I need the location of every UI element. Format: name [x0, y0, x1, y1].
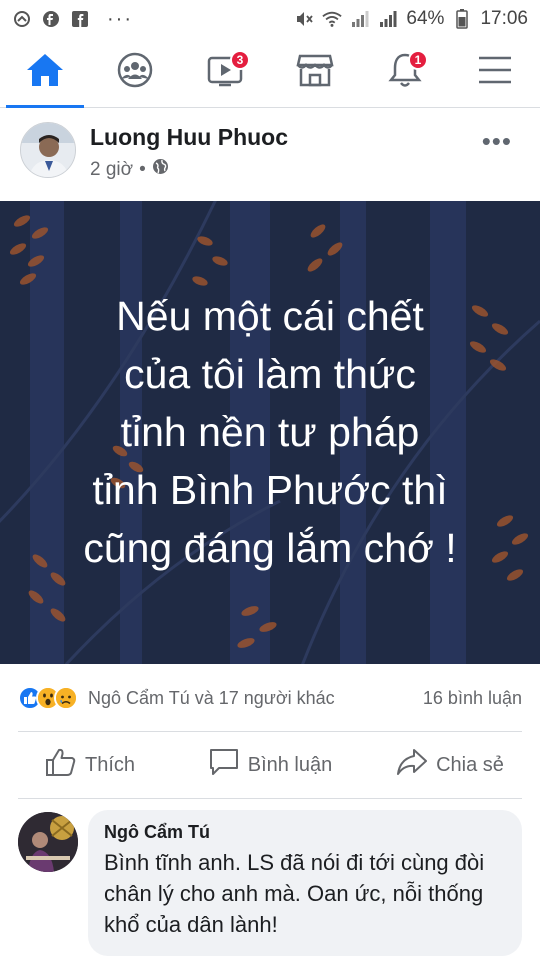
nav-home[interactable] [0, 38, 90, 108]
quote-line: tỉnh nền tư pháp [120, 409, 420, 455]
signal-icon-2 [378, 9, 398, 29]
nav-watch[interactable]: 3 [180, 38, 270, 107]
nav-menu[interactable] [450, 38, 540, 107]
comments-count[interactable]: 16 bình luận [423, 688, 522, 709]
commenter-name[interactable]: Ngô Cẩm Tú [104, 822, 506, 843]
nav-groups[interactable]: 4 [90, 38, 250, 107]
reactions-row: Ngô Cẩm Tú và 17 người khác 16 bình luận [0, 675, 540, 721]
battery-percent: 64% [406, 8, 445, 29]
notifications-badge: 1 [408, 50, 428, 70]
quote-line: của tôi làm thức [124, 351, 416, 397]
sync-icon [12, 9, 32, 29]
nav-marketplace[interactable] [270, 38, 360, 107]
quote-line: Nếu một cái chết [116, 293, 424, 339]
post-header: Luong Huu Phuoc 2 giờ • ••• [0, 114, 540, 200]
more-notifications-icon: ··· [107, 7, 133, 30]
public-globe-icon [152, 158, 169, 181]
post-actions: Thích Bình luận Chia sẻ [0, 736, 540, 794]
thumbs-up-icon [45, 747, 77, 783]
post-quote-text: Nếu một cái chết của tôi làm thức tỉnh n… [20, 287, 520, 577]
share-label: Chia sẻ [436, 753, 504, 776]
status-bar: ··· 64% 17:06 [0, 0, 540, 38]
battery-icon [452, 9, 472, 29]
post-more-button[interactable]: ••• [482, 126, 512, 157]
post-meta: 2 giờ • [90, 158, 169, 181]
clock: 17:06 [480, 8, 528, 29]
divider [18, 731, 522, 732]
groups-icon [115, 52, 155, 93]
meta-separator: • [139, 158, 146, 180]
author-name[interactable]: Luong Huu Phuoc [90, 124, 288, 151]
nav-notifications[interactable]: 1 [360, 38, 450, 107]
post-text-image[interactable]: Nếu một cái chết của tôi làm thức tỉnh n… [0, 201, 540, 664]
quote-line: tỉnh Bình Phước thì [92, 467, 448, 513]
like-label: Thích [84, 753, 136, 776]
reactions-summary[interactable]: Ngô Cẩm Tú và 17 người khác [88, 688, 335, 709]
divider [18, 798, 522, 799]
messenger-icon [41, 9, 61, 29]
comment-bubble-icon [208, 747, 240, 783]
top-navigation: 4 3 1 [0, 38, 540, 108]
signal-icon-1 [350, 9, 370, 29]
mute-icon [294, 9, 314, 29]
home-icon [25, 52, 65, 93]
watch-badge: 3 [230, 50, 250, 70]
post-time[interactable]: 2 giờ [90, 159, 133, 181]
comment-label: Bình luận [247, 753, 333, 776]
comment-text: Bình tĩnh anh. LS đã nói đi tới cùng đòi… [104, 850, 485, 937]
share-button[interactable]: Chia sẻ [360, 736, 540, 794]
comment-item: Ngô Cẩm Tú Bình tĩnh anh. LS đã nói đi t… [0, 806, 540, 960]
menu-icon [477, 55, 513, 90]
comment-button[interactable]: Bình luận [180, 736, 360, 794]
author-avatar[interactable] [20, 122, 76, 178]
facebook-icon [70, 9, 90, 29]
marketplace-icon [295, 52, 335, 93]
quote-line: cũng đáng lắm chớ ! [83, 525, 457, 571]
like-button[interactable]: Thích [0, 736, 180, 794]
sad-reaction-icon [54, 686, 78, 710]
reaction-icons[interactable] [18, 686, 78, 710]
wifi-icon [322, 9, 343, 29]
share-arrow-icon [396, 747, 428, 783]
commenter-avatar[interactable] [18, 812, 78, 872]
comment-bubble[interactable]: Ngô Cẩm Tú Bình tĩnh anh. LS đã nói đi t… [88, 810, 522, 956]
